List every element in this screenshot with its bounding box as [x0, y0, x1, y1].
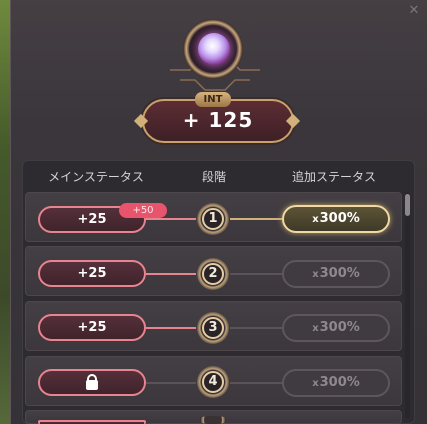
added-status-pill-3: x300% [282, 314, 390, 342]
connector-left-2 [146, 273, 196, 275]
added-status-value: 300% [319, 211, 360, 226]
scrollbar-thumb[interactable] [405, 194, 410, 216]
main-status-pill-5 [38, 420, 146, 424]
added-status-value: 300% [319, 266, 360, 281]
connector-left-1 [146, 218, 196, 220]
multiplier-sign: x [312, 378, 319, 389]
int-gem-icon [198, 33, 230, 65]
added-status-pill-1: x300% [282, 205, 390, 233]
stage-number-1: 1 [202, 208, 224, 230]
multiplier-sign: x [312, 323, 319, 334]
main-status-pill-2: +25 [38, 260, 146, 287]
stage-number-2: 2 [202, 263, 224, 285]
close-icon[interactable]: ✕ [407, 4, 421, 18]
connector-right-1 [230, 218, 282, 220]
header-stage: 段階 [201, 170, 226, 184]
bonus-badge: +50 [119, 203, 167, 218]
header-added-status: 追加ステータス [291, 170, 376, 184]
multiplier-sign: x [312, 269, 319, 280]
stat-type-label: INT [195, 92, 231, 107]
header-main-status: メインステータス [48, 170, 144, 184]
connector-left-3 [146, 327, 196, 329]
connector-right-3 [230, 327, 282, 329]
lock-icon [86, 373, 98, 390]
connector-left-4 [146, 382, 196, 384]
scrollbar-track[interactable] [405, 192, 410, 418]
added-status-pill-4: x300% [282, 369, 390, 397]
connector-right-4 [230, 382, 282, 384]
added-status-value: 300% [319, 375, 360, 390]
connector-right-2 [230, 273, 282, 275]
main-status-pill-3: +25 [38, 314, 146, 341]
stage-number-4: 4 [202, 371, 224, 393]
added-status-pill-2: x300% [282, 260, 390, 288]
multiplier-sign: x [312, 214, 319, 225]
added-status-value: 300% [319, 320, 360, 335]
stat-total-value: + 125 [182, 108, 254, 132]
stage-number-3: 3 [202, 317, 224, 339]
stage-medallion-5 [197, 416, 229, 424]
main-status-pill-4 [38, 369, 146, 396]
